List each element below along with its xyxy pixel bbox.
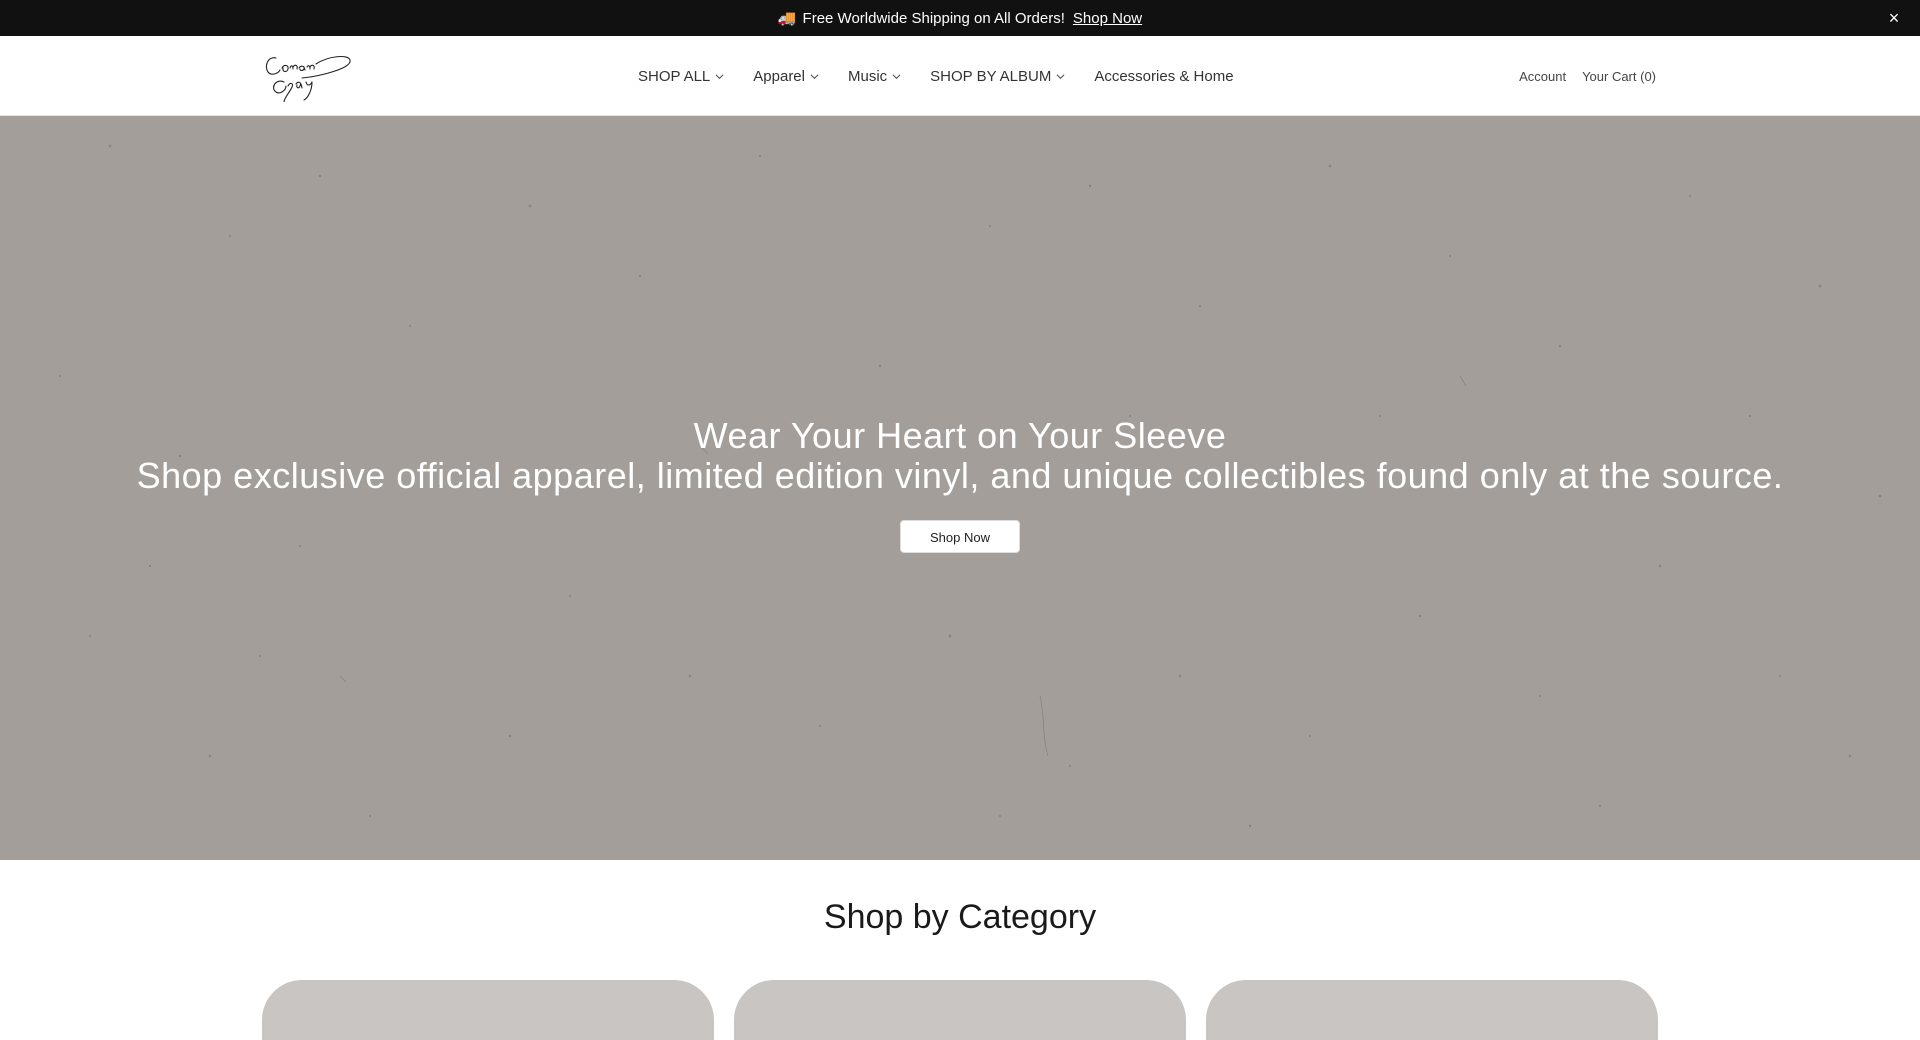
category-card[interactable] xyxy=(262,980,714,1040)
site-header: SHOP ALL Apparel Music SHOP BY ALBUM Acc… xyxy=(0,36,1920,116)
category-section: Shop by Category xyxy=(0,860,1920,1040)
account-link[interactable]: Account xyxy=(1519,69,1566,84)
category-card[interactable] xyxy=(734,980,1186,1040)
hero-banner: Wear Your Heart on Your Sleeve Shop excl… xyxy=(0,116,1920,860)
hero-content: Wear Your Heart on Your Sleeve Shop excl… xyxy=(0,416,1920,553)
chevron-down-icon xyxy=(810,73,819,79)
nav-label: SHOP BY ALBUM xyxy=(930,67,1052,85)
nav-shop-all[interactable]: SHOP ALL xyxy=(638,68,724,85)
chevron-down-icon xyxy=(1056,73,1065,79)
nav-music[interactable]: Music xyxy=(848,68,901,85)
announcement-message: Free Worldwide Shipping on All Orders! xyxy=(802,9,1065,27)
main-navigation: SHOP ALL Apparel Music SHOP BY ALBUM Acc… xyxy=(638,36,1263,116)
hero-shop-now-button[interactable]: Shop Now xyxy=(900,520,1020,553)
brand-logo[interactable] xyxy=(262,46,352,103)
nav-accessories-home[interactable]: Accessories & Home xyxy=(1094,68,1233,85)
nav-label: Accessories & Home xyxy=(1094,67,1234,85)
category-card[interactable] xyxy=(1206,980,1658,1040)
category-section-title: Shop by Category xyxy=(823,898,1097,936)
signature-logo-graphic xyxy=(265,55,351,103)
truck-icon: 🚚 xyxy=(777,10,797,27)
nav-label: Music xyxy=(847,67,888,85)
chevron-down-icon xyxy=(715,73,724,79)
nav-label: Apparel xyxy=(753,67,805,85)
cart-link[interactable]: Your Cart (0) xyxy=(1582,69,1656,84)
chevron-down-icon xyxy=(892,73,901,79)
nav-label: SHOP ALL xyxy=(638,67,711,85)
announcement-bar: 🚚 Free Worldwide Shipping on All Orders!… xyxy=(0,0,1920,36)
announcement-shop-now-link[interactable]: Shop Now xyxy=(1073,10,1142,27)
hero-subtitle: Shop exclusive official apparel, limited… xyxy=(136,455,1784,496)
nav-apparel[interactable]: Apparel xyxy=(753,68,819,85)
nav-shop-by-album[interactable]: SHOP BY ALBUM xyxy=(930,68,1065,85)
close-icon[interactable]: × xyxy=(1884,8,1904,28)
hero-title: Wear Your Heart on Your Sleeve xyxy=(693,415,1227,456)
header-utilities: Account Your Cart (0) xyxy=(1519,36,1656,116)
